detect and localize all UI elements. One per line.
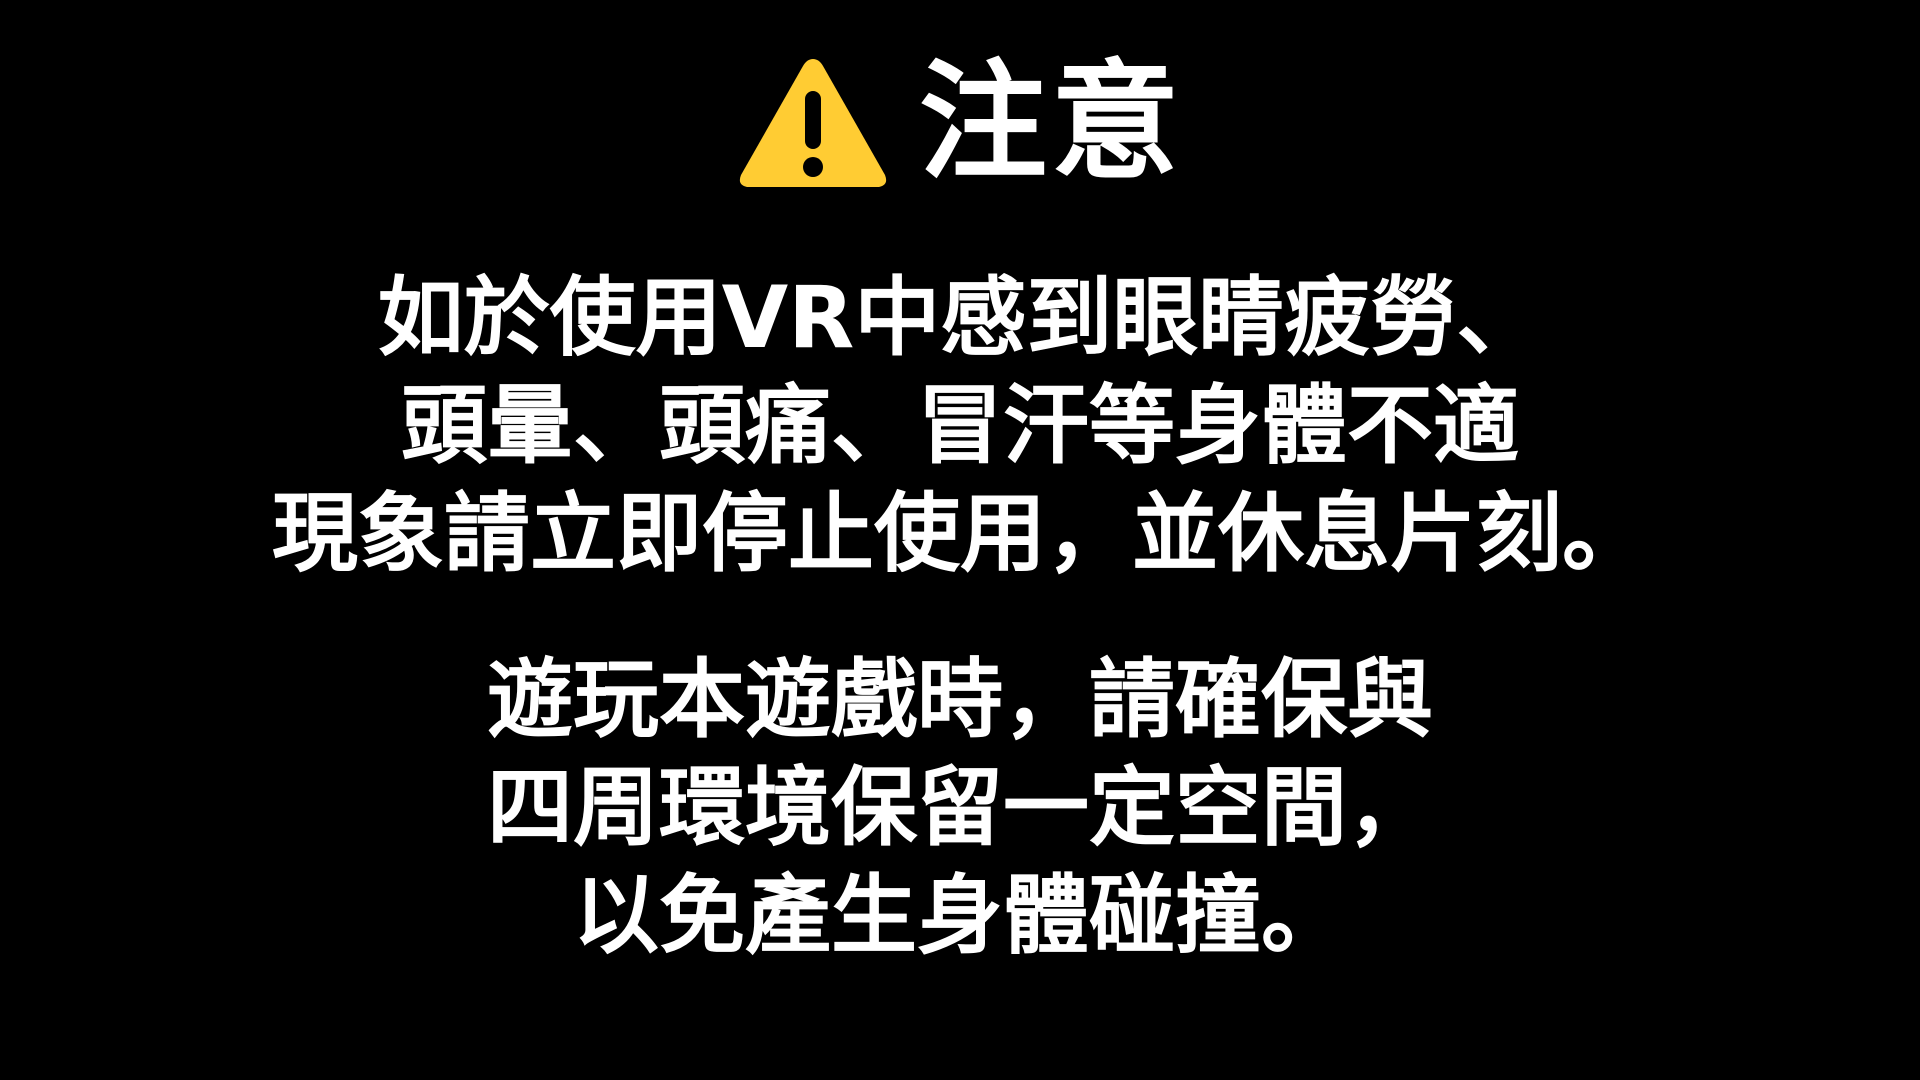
notice-line: 如於使用VR中感到眼睛疲勞、 bbox=[377, 268, 1543, 368]
eye-strain-warning: 如於使用VR中感到眼睛疲勞、 頭暈、頭痛、冒汗等身體不適 現象請立即停止使用，並… bbox=[0, 264, 1920, 588]
notice-line: 四周環境保留一定空間， bbox=[487, 758, 1433, 858]
play-space-warning: 遊玩本遊戲時，請確保與 四周環境保留一定空間， 以免產生身體碰撞。 bbox=[0, 646, 1920, 970]
notice-title: 注意 bbox=[918, 48, 1183, 197]
vr-safety-notice-screen: 注意 如於使用VR中感到眼睛疲勞、 頭暈、頭痛、冒汗等身體不適 現象請立即停止使… bbox=[0, 0, 1920, 1080]
notice-line: 頭暈、頭痛、冒汗等身體不適 bbox=[401, 376, 1519, 476]
notice-header: 注意 bbox=[0, 48, 1920, 198]
notice-line: 以免產生身體碰撞。 bbox=[573, 866, 1347, 966]
notice-line: 現象請立即停止使用，並休息片刻。 bbox=[272, 484, 1648, 584]
notice-line: 遊玩本遊戲時，請確保與 bbox=[487, 650, 1433, 750]
warning-icon bbox=[737, 53, 889, 193]
